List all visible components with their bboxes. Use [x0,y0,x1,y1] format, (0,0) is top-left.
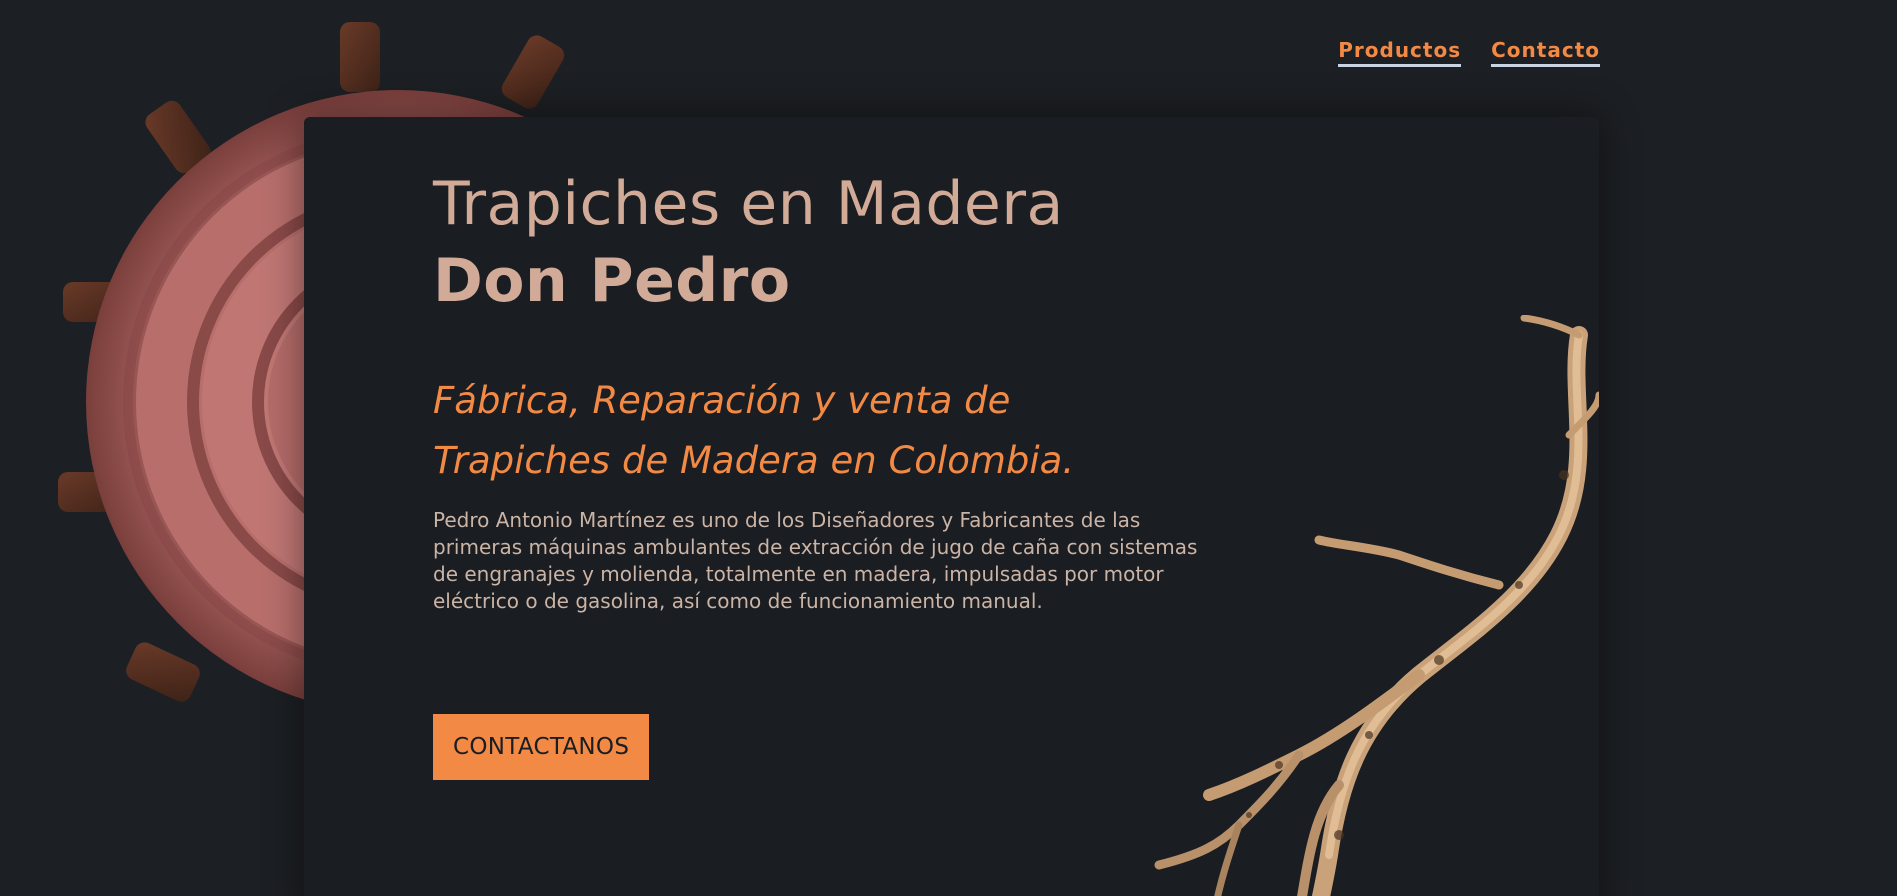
hero-title-line1: Trapiches en Madera [433,169,1064,239]
hero-content: Trapiches en Madera Don Pedro Fábrica, R… [433,167,1233,780]
hero-subtitle: Fábrica, Reparación y venta de Trapiches… [433,371,1253,491]
page: Productos Contacto Trapiches en Madera D… [0,0,1897,896]
hero-description: Pedro Antonio Martínez es uno de los Dis… [433,508,1198,613]
hero-title-line2: Don Pedro [433,246,791,316]
hero-subtitle-line2: Trapiches de Madera en Colombia. [433,439,1075,482]
nav-link-productos[interactable]: Productos [1338,38,1462,67]
contact-button[interactable]: CONTACTANOS [433,714,650,780]
top-nav: Productos Contacto [1338,38,1600,67]
nav-link-contacto[interactable]: Contacto [1491,38,1600,67]
hero-subtitle-line1: Fábrica, Reparación y venta de [433,379,1011,422]
hero-card: Trapiches en Madera Don Pedro Fábrica, R… [304,117,1599,896]
